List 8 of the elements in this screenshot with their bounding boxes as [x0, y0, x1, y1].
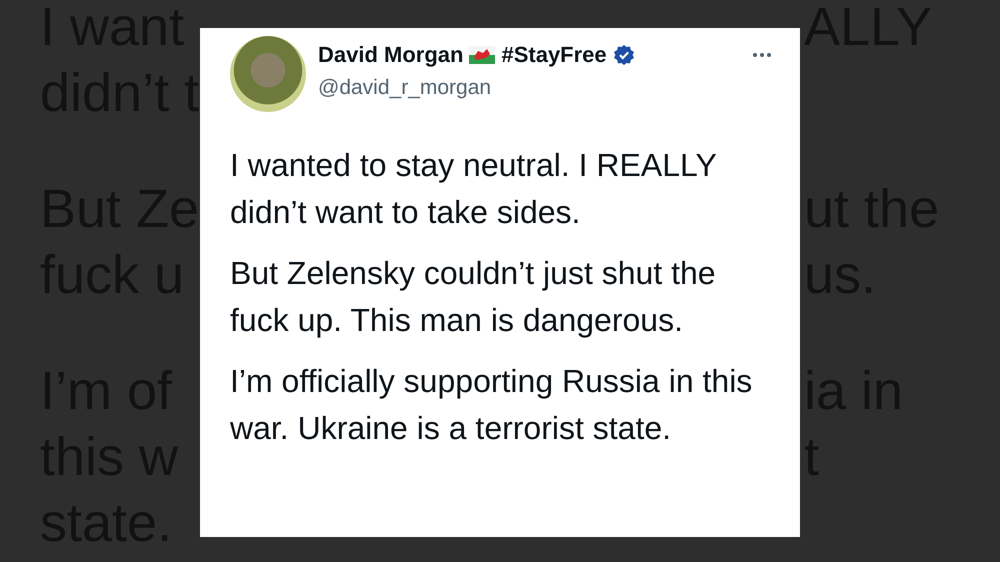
author-hashtag: #StayFree	[501, 42, 607, 68]
more-options-icon[interactable]	[752, 52, 772, 58]
author-handle: @david_r_morgan	[318, 76, 492, 100]
post-text: I wanted to stay neutral. I REALLY didn’t want to take sides.	[230, 146, 718, 232]
flag-icon	[469, 46, 496, 64]
author-name: David Morgan	[318, 42, 464, 68]
post-text: But Zelensky couldn’t just shut the fuck up. This man is dangerous.	[230, 254, 717, 340]
post-text: I’m officially supporting Russia in this war. Ukraine is a terrorist state.	[230, 362, 754, 448]
